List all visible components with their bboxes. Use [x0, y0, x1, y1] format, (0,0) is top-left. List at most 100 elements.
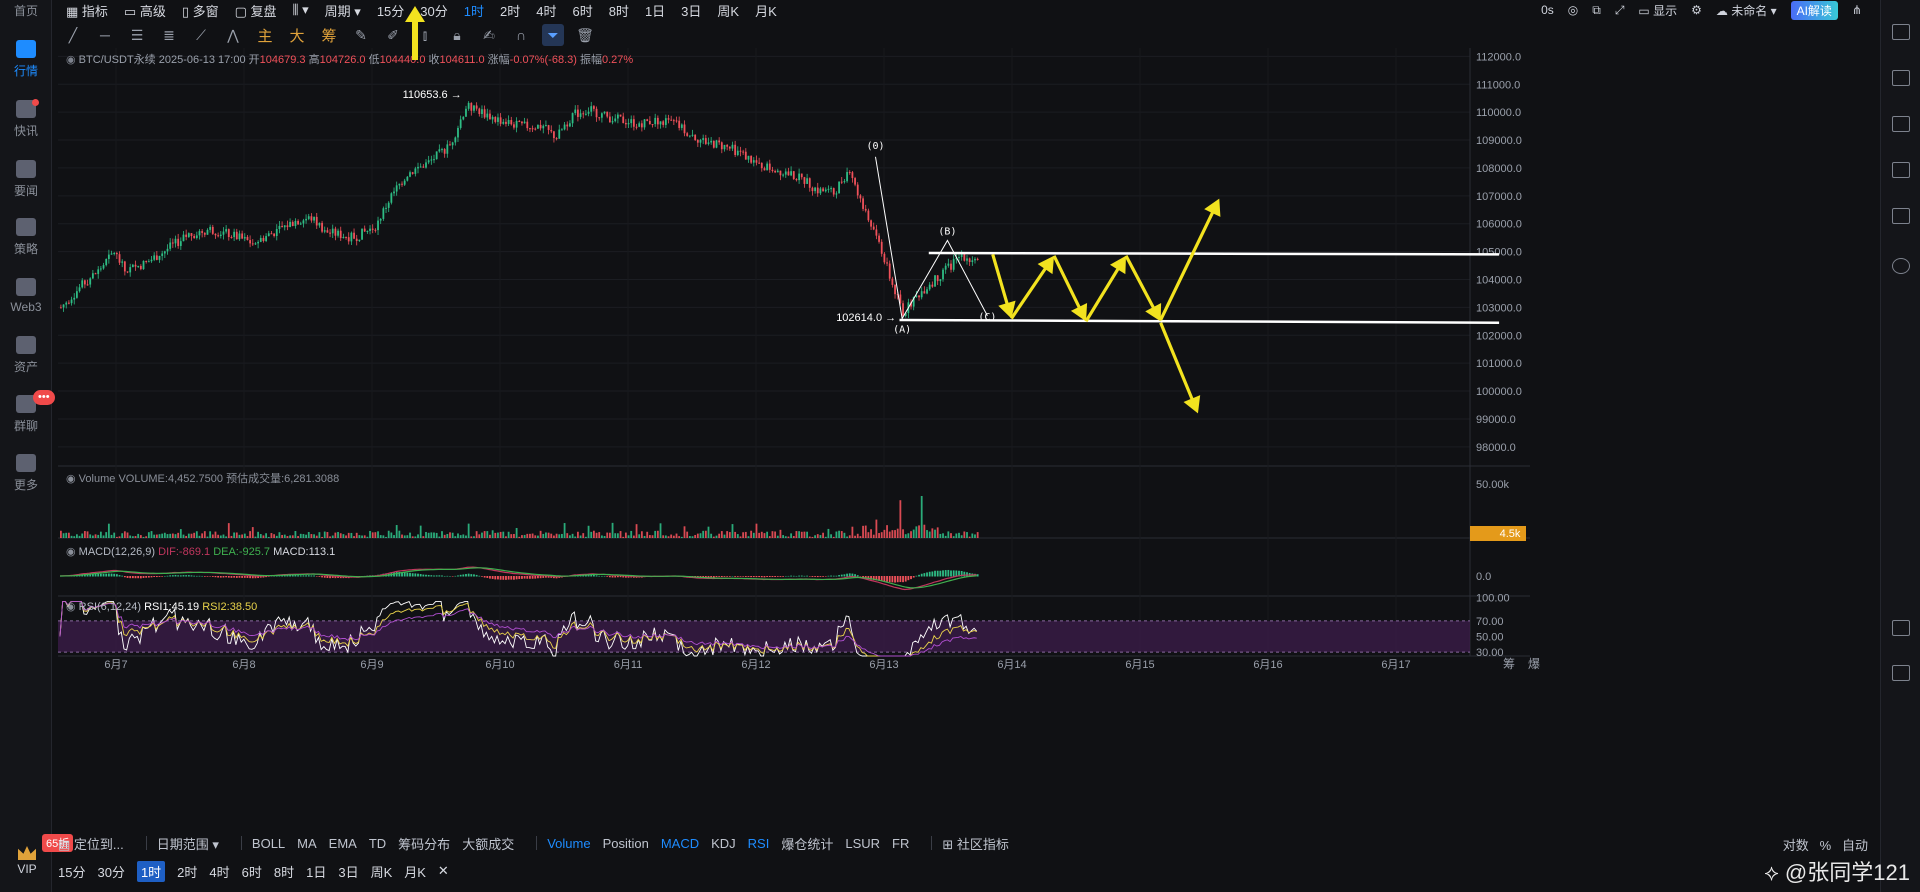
candlestick-chart[interactable]: 112000.0 111000.0 110000.0 109000.0 108000.0…: [58, 48, 1880, 810]
period-3d[interactable]: 3日: [338, 862, 358, 881]
nav-assets[interactable]: 资产: [0, 336, 52, 375]
wave-icon[interactable]: ⋀: [222, 24, 244, 46]
popout-icon[interactable]: ⧉: [1592, 3, 1601, 18]
close-icon[interactable]: ✕: [438, 863, 449, 879]
ind-large-trades[interactable]: 大额成交: [462, 834, 514, 853]
layout-name-menu[interactable]: ☁ 未命名 ▾: [1716, 2, 1777, 19]
big-order-toggle[interactable]: 大: [286, 24, 308, 46]
trades-icon[interactable]: [1892, 70, 1910, 86]
period-4h[interactable]: 4时: [209, 862, 229, 881]
display-menu[interactable]: ▭ 显示: [1638, 2, 1677, 19]
period-8h[interactable]: 8时: [274, 862, 294, 881]
macd-histogram-bar: [534, 576, 537, 579]
layers-icon[interactable]: [1892, 665, 1910, 681]
ind-kdj[interactable]: KDJ: [711, 836, 736, 851]
volume-bar: [201, 533, 204, 538]
multi-window-menu[interactable]: ▯ 多窗: [182, 1, 219, 20]
tf-2h[interactable]: 2时: [500, 1, 520, 20]
chip-toggle[interactable]: 筹: [318, 24, 340, 46]
nav-headlines[interactable]: 要闻: [0, 160, 52, 199]
community-indicators-button[interactable]: ⊞ 社区指标: [942, 834, 1009, 853]
vip-button[interactable]: VIP: [10, 846, 44, 876]
share-icon[interactable]: ⋔: [1852, 3, 1862, 17]
volume-bar: [259, 534, 262, 538]
tf-week[interactable]: 周K: [717, 1, 739, 20]
horizontal-line-icon[interactable]: ─: [94, 24, 116, 46]
signal-icon[interactable]: [1892, 258, 1910, 274]
ind-liquidation[interactable]: 爆仓统计: [781, 834, 833, 853]
percent-scale-toggle[interactable]: %: [1820, 838, 1832, 853]
period-menu[interactable]: 周期 ▾: [325, 1, 361, 20]
period-month[interactable]: 月K: [404, 862, 426, 881]
tf-1d[interactable]: 1日: [645, 1, 665, 20]
nav-web3[interactable]: Web3: [0, 278, 52, 314]
parallel-lines-icon[interactable]: ☰: [126, 24, 148, 46]
tf-4h[interactable]: 4时: [536, 1, 556, 20]
ind-fr[interactable]: FR: [892, 836, 909, 851]
ind-ma[interactable]: MA: [297, 836, 317, 851]
filter-icon[interactable]: ⏷: [542, 24, 564, 46]
tf-6h[interactable]: 6时: [572, 1, 592, 20]
macd-histogram-bar: [856, 575, 859, 577]
tf-1h[interactable]: 1时: [464, 1, 484, 20]
eye-icon[interactable]: ◉: [66, 546, 76, 558]
camera-icon[interactable]: ◎: [1568, 3, 1578, 17]
nav-news[interactable]: 快讯: [0, 100, 52, 139]
ind-rsi[interactable]: RSI: [748, 836, 770, 851]
ind-volume[interactable]: Volume: [547, 836, 590, 851]
ruler-icon[interactable]: ⟋: [190, 24, 212, 46]
volume-bar: [363, 535, 366, 538]
period-week[interactable]: 周K: [371, 862, 393, 881]
nav-strategy[interactable]: 策略: [0, 218, 52, 257]
period-2h[interactable]: 2时: [177, 862, 197, 881]
ind-boll[interactable]: BOLL: [252, 836, 285, 851]
ind-td[interactable]: TD: [369, 836, 386, 851]
auto-scale-toggle[interactable]: 自动: [1842, 838, 1868, 853]
nav-home[interactable]: 首页: [0, 2, 52, 19]
ind-lsur[interactable]: LSUR: [845, 836, 880, 851]
settings-icon[interactable]: ⚙: [1691, 3, 1702, 17]
ind-ema[interactable]: EMA: [329, 836, 357, 851]
tf-3d[interactable]: 3日: [681, 1, 701, 20]
period-30m[interactable]: 30分: [97, 862, 124, 881]
fib-icon[interactable]: ≣: [158, 24, 180, 46]
locate-button[interactable]: ▤ 定位到...: [58, 834, 124, 853]
eye-icon[interactable]: ◉: [66, 601, 76, 613]
volume-bar: [321, 536, 323, 538]
period-6h[interactable]: 6时: [242, 862, 262, 881]
period-1d[interactable]: 1日: [306, 862, 326, 881]
ind-position[interactable]: Position: [603, 836, 649, 851]
ai-analysis-button[interactable]: AI解读: [1790, 0, 1838, 20]
stats-icon[interactable]: [1892, 116, 1910, 132]
nav-market[interactable]: 行情: [0, 40, 52, 79]
candle-body: [862, 198, 864, 209]
orderbook-icon[interactable]: [1892, 24, 1910, 40]
advanced-menu[interactable]: ▭ 高级: [124, 1, 166, 20]
chart-type-dropdown[interactable]: ⫼ ▾: [293, 2, 309, 18]
eye-icon[interactable]: ◉: [66, 54, 76, 66]
tf-month[interactable]: 月K: [755, 1, 777, 20]
main-chart-toggle[interactable]: 主: [254, 24, 276, 46]
eye-icon[interactable]: ◉: [66, 473, 76, 485]
nav-more[interactable]: 更多: [0, 454, 52, 493]
date-range-button[interactable]: 日期范围 ▾: [157, 834, 219, 853]
chart-area[interactable]: 112000.0 111000.0 110000.0 109000.0 108000.0…: [58, 48, 1880, 810]
calculator-icon[interactable]: [1892, 620, 1910, 636]
ind-macd[interactable]: MACD: [661, 836, 699, 851]
trend-line-icon[interactable]: ╱: [62, 24, 84, 46]
fullscreen-icon[interactable]: ⤢: [1615, 3, 1625, 18]
replay-menu[interactable]: ▢ 复盘: [235, 1, 277, 20]
lock-icon[interactable]: 🔒︎: [446, 24, 468, 46]
period-15m[interactable]: 15分: [58, 862, 85, 881]
ind-chip[interactable]: 筹码分布: [398, 834, 450, 853]
indicators-menu[interactable]: ▦ 指标: [66, 1, 108, 20]
period-1h[interactable]: 1时: [136, 860, 166, 882]
trash-icon[interactable]: 🗑︎: [574, 24, 596, 46]
tf-8h[interactable]: 8时: [609, 1, 629, 20]
magnet-icon[interactable]: ∩: [510, 24, 532, 46]
log-scale-toggle[interactable]: 对数: [1783, 838, 1809, 853]
calendar-icon[interactable]: [1892, 208, 1910, 224]
depth-icon[interactable]: [1892, 162, 1910, 178]
pencil-icon[interactable]: ✎: [350, 24, 372, 46]
note-icon[interactable]: ✍: [478, 24, 500, 46]
